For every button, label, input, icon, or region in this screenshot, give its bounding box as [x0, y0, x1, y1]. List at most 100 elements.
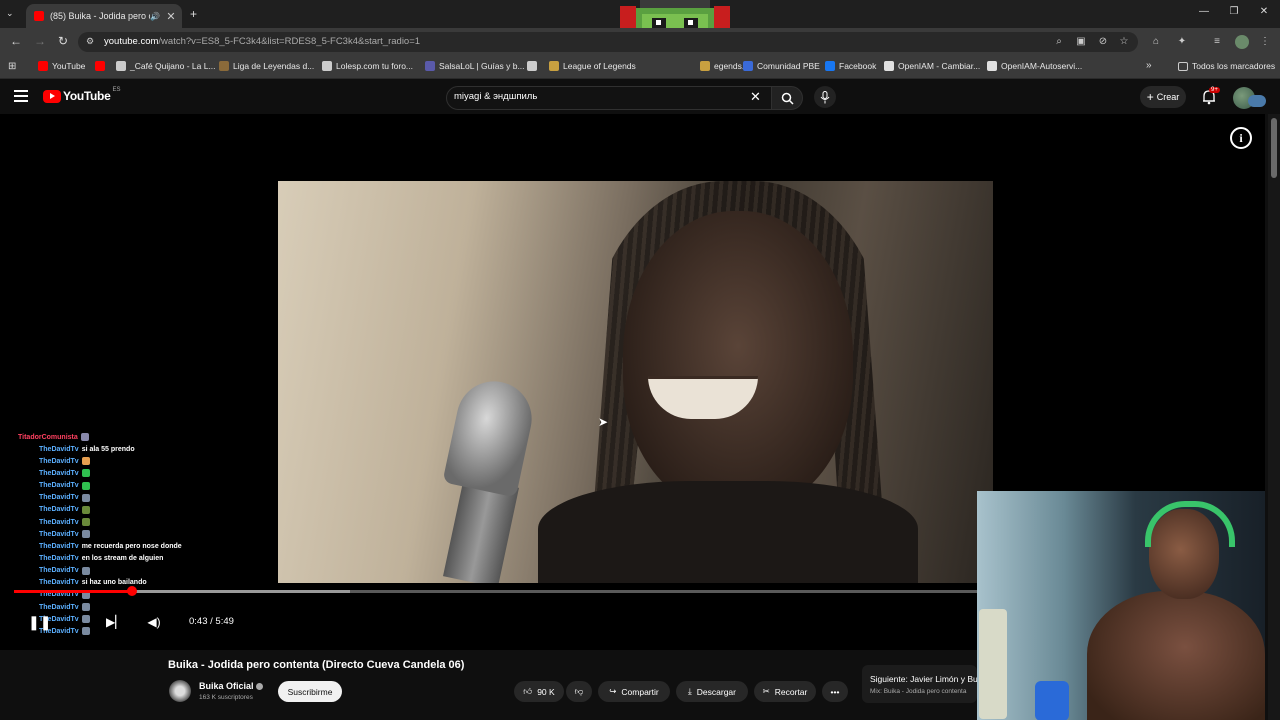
bookmark-item[interactable]: SalsaLoL | Guías y b... — [425, 61, 525, 71]
share-button[interactable]: ↪ Compartir — [598, 681, 670, 702]
hamburger-icon[interactable] — [14, 90, 28, 102]
bookmark-label: Comunidad PBE — [757, 61, 820, 71]
bookmark-star-icon[interactable]: ☆ — [1118, 36, 1130, 48]
chat-message: TheDavidTv en los stream de alguien — [18, 552, 278, 564]
chat-text: si haz uno bailando — [81, 579, 147, 587]
next-track-icon[interactable]: ▶▏ — [106, 614, 124, 630]
bookmark-item[interactable]: OpenIAM - Cambiar... — [884, 61, 980, 71]
chat-emote-icon — [81, 493, 90, 502]
folder-icon — [1178, 61, 1188, 71]
bookmark-label: Facebook — [839, 61, 877, 71]
cast-icon[interactable]: ▣ — [1075, 36, 1087, 48]
bookmark-item[interactable] — [95, 61, 109, 71]
back-icon[interactable]: ← — [8, 33, 24, 49]
like-button[interactable]: 👍︎ 90 K — [514, 681, 564, 702]
bookmark-favicon-icon — [884, 61, 894, 71]
clip-button[interactable]: ✂ Recortar — [754, 681, 816, 702]
media-control-icon[interactable]: ≡ — [1211, 36, 1223, 48]
mouse-cursor-icon: ➤ — [598, 415, 609, 429]
clear-search-icon[interactable]: ✕ — [750, 89, 761, 105]
chat-emote-icon — [81, 615, 90, 624]
reload-icon[interactable]: ↻ — [55, 33, 71, 49]
voice-search-button[interactable] — [814, 86, 836, 108]
up-next-card[interactable] — [862, 665, 977, 703]
search-query-text[interactable]: miyagi & эндшпиль — [454, 91, 537, 102]
channel-avatar[interactable] — [169, 680, 191, 702]
extensions-puzzle-icon[interactable]: ✦ — [1176, 36, 1188, 48]
youtube-logo[interactable]: YouTube ES — [43, 87, 120, 103]
bookmark-label: Liga de Leyendas d... — [233, 61, 315, 71]
chat-message: TheDavidTv — [18, 455, 278, 467]
extension-icon[interactable]: ⌂ — [1150, 36, 1162, 48]
search-button[interactable] — [771, 86, 803, 110]
account-badge — [1248, 95, 1266, 107]
bookmark-favicon-icon — [95, 61, 105, 71]
bookmark-item[interactable]: _Café Quijano - La L... — [116, 61, 216, 71]
volume-icon[interactable]: ◀) — [146, 614, 162, 630]
bookmark-item[interactable]: Liga de Leyendas d... — [219, 61, 314, 71]
new-tab-icon[interactable]: + — [190, 7, 197, 21]
more-actions-button[interactable]: ••• — [822, 681, 848, 702]
bookmark-item[interactable]: egends... — [700, 61, 749, 71]
clip-label: Recortar — [774, 686, 808, 697]
bookmark-item[interactable]: YouTube — [38, 61, 85, 71]
bookmark-item[interactable]: OpenIAM-Autoservi... — [987, 61, 1082, 71]
download-label: Descargar — [696, 686, 736, 697]
chat-emote-icon — [81, 457, 90, 466]
apps-grid-icon[interactable]: ⊞ — [8, 61, 16, 72]
video-frame[interactable] — [278, 181, 993, 583]
forward-icon[interactable]: → — [32, 33, 48, 49]
download-button[interactable]: ⤓ Descargar — [676, 681, 748, 702]
bookmark-label: SalsaLoL | Guías y b... — [439, 61, 525, 71]
more-bookmarks-icon[interactable]: » — [1146, 60, 1152, 71]
url-text[interactable]: youtube.com/watch?v=ES8_5-FC3k4&list=RDE… — [104, 36, 420, 47]
bookmark-item[interactable]: Comunidad PBE — [743, 61, 820, 71]
bookmark-item[interactable]: Lolesp.com tu foro... — [322, 61, 413, 71]
bookmark-item[interactable] — [527, 61, 541, 71]
tab-search-icon[interactable]: ⌄ — [6, 8, 14, 19]
verified-icon — [256, 683, 263, 690]
profile-avatar[interactable] — [1235, 35, 1249, 49]
bookmark-item[interactable]: Facebook — [825, 61, 876, 71]
bookmark-favicon-icon — [322, 61, 332, 71]
all-bookmarks-folder[interactable]: Todos los marcadores — [1178, 61, 1275, 71]
pause-icon[interactable]: ❚❚ — [28, 614, 51, 630]
chat-emote-icon — [81, 518, 90, 527]
chat-message: TheDavidTv si ala 55 prendo — [18, 443, 278, 455]
channel-name[interactable]: Buika Oficial — [199, 681, 254, 691]
create-button[interactable]: + Crear — [1140, 86, 1186, 108]
zoom-icon[interactable]: ⌕ — [1053, 36, 1065, 48]
chat-username: TheDavidTv — [39, 530, 79, 538]
thumbs-up-icon: 👍︎ — [523, 686, 533, 696]
bookmark-favicon-icon — [743, 61, 753, 71]
chat-emote-icon — [81, 627, 90, 636]
bookmark-item[interactable]: League of Legends — [549, 61, 636, 71]
dislike-button[interactable]: 👎︎ — [566, 681, 592, 702]
info-icon[interactable]: i — [1230, 127, 1252, 149]
close-window-icon[interactable]: ✕ — [1256, 6, 1272, 20]
subscribe-button[interactable]: Suscribirme — [278, 681, 342, 702]
bookmark-favicon-icon — [527, 61, 537, 71]
restore-icon[interactable]: ❐ — [1226, 6, 1242, 20]
tab-close-icon[interactable]: ✕ — [164, 10, 178, 23]
bookmark-favicon-icon — [116, 61, 126, 71]
audio-playing-icon[interactable]: 🔊 — [150, 12, 160, 21]
browser-tab-active[interactable]: (85) Buika - Jodida pero con 🔊 ✕ — [26, 4, 182, 28]
like-count: 90 K — [537, 686, 555, 697]
scrubber-handle[interactable] — [127, 586, 137, 596]
bookmark-label: OpenIAM - Cambiar... — [898, 61, 981, 71]
url-host: youtube.com — [104, 36, 159, 47]
bookmark-favicon-icon — [425, 61, 435, 71]
scrollbar-thumb[interactable] — [1271, 118, 1277, 178]
chat-text: me recuerda pero nose donde — [81, 542, 182, 550]
all-bookmarks-label: Todos los marcadores — [1192, 61, 1276, 71]
bookmark-label: _Café Quijano - La L... — [130, 61, 216, 71]
tracking-protection-icon[interactable]: ⊘ — [1097, 36, 1109, 48]
site-info-icon[interactable]: ⚙ — [86, 36, 94, 47]
page-scrollbar[interactable] — [1268, 114, 1280, 720]
youtube-play-icon — [43, 89, 61, 103]
minimize-icon[interactable]: — — [1196, 6, 1212, 20]
browser-menu-icon[interactable]: ⋮ — [1259, 36, 1271, 48]
up-next-title: Siguiente: Javier Limón y Bu — [870, 674, 978, 684]
chat-message: TheDavidTv — [18, 492, 278, 504]
